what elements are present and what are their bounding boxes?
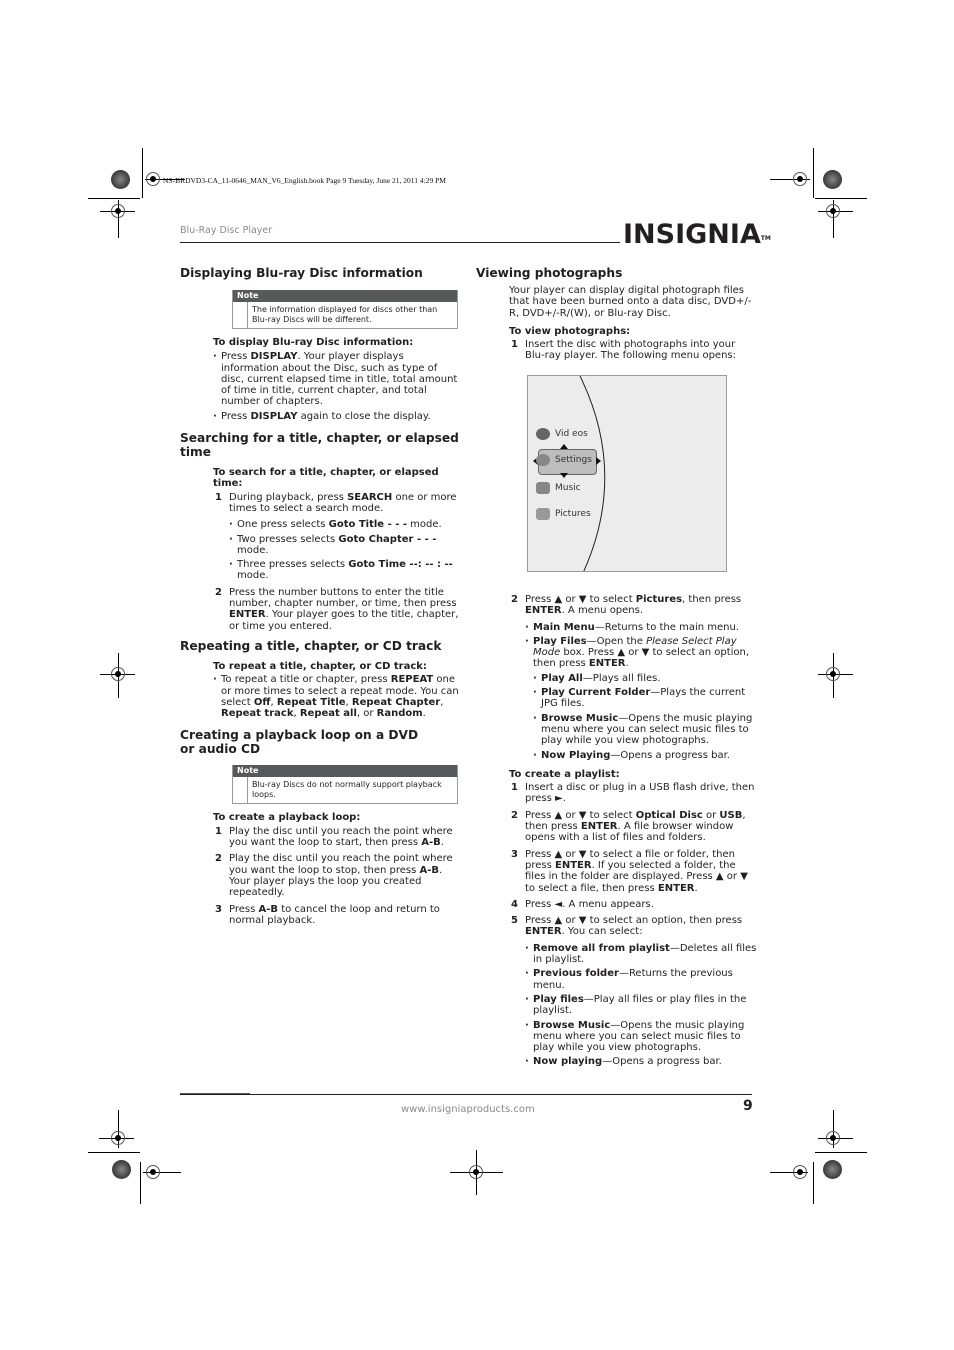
color-disc-icon: [823, 1160, 842, 1179]
step-item: 2 Press ▲ or ▼ to select Pictures, then p…: [509, 594, 759, 761]
list-item: Play Current Folder—Plays the current JP…: [533, 687, 759, 710]
menu-item-pictures[interactable]: Pictures: [536, 508, 591, 520]
menu-item-videos[interactable]: Vid eos: [536, 428, 588, 440]
step-item: 2 Play the disc until you reach the point…: [215, 853, 453, 899]
procedure-heading: To view photographs:: [509, 325, 631, 337]
gear-icon: [536, 454, 550, 466]
step-item: 1 Insert a disc or plug in a USB flash dr…: [511, 782, 755, 805]
note-text: The information displayed for discs othe…: [247, 302, 457, 328]
footer-rule: [180, 1094, 752, 1095]
list-item: Play Files—Open the Please Select Play M…: [525, 636, 759, 761]
list-item: Three presses selects Goto Time --: -- :…: [229, 559, 460, 582]
step-item: 1 Insert the disc with photographs into y…: [511, 339, 736, 362]
step-item: 4 Press ◄. A menu appears.: [511, 898, 654, 910]
menu-item-settings[interactable]: Settings: [536, 454, 592, 466]
list-item: To repeat a title or chapter, press REPE…: [213, 674, 460, 719]
step-item: 1 Play the disc until you reach the point…: [215, 825, 453, 849]
registration-mark-icon: [146, 172, 160, 186]
list-item: Previous folder—Returns the previous men…: [525, 968, 759, 991]
list-item: One press selects Goto Title - - - mode.: [229, 519, 460, 531]
list-item: Press DISPLAY. Your player displays info…: [213, 351, 460, 407]
pictures-icon: [536, 508, 550, 520]
logo-trademark: TM: [760, 235, 771, 242]
section-title: Viewing photographs: [476, 266, 623, 280]
intro-paragraph: Your player can display digital photogra…: [509, 285, 752, 319]
list-item: Now playing—Opens a progress bar.: [525, 1056, 759, 1068]
list-item: Now Playing—Opens a progress bar.: [533, 750, 759, 762]
procedure-heading: To create a playlist:: [509, 768, 620, 780]
registration-mark-icon: [111, 667, 125, 681]
registration-mark-icon: [793, 1165, 807, 1179]
registration-mark-icon: [111, 204, 125, 218]
section-title: Searching for a title, chapter, or elaps…: [180, 431, 459, 460]
list-item: Press DISPLAY again to close the display…: [213, 411, 460, 423]
right-column: Viewing photographs Your player can disp…: [476, 266, 756, 367]
running-head: Blu-Ray Disc Player: [180, 225, 273, 236]
logo-text: INSIGNIA: [623, 219, 761, 250]
section-title: Displaying Blu-ray Disc information: [180, 266, 423, 280]
list-item: Two presses selects Goto Chapter - - - m…: [229, 534, 460, 557]
list-item: Play All—Plays all files.: [533, 673, 759, 685]
color-disc-icon: [111, 170, 130, 189]
procedure-heading: To repeat a title, chapter, or CD track:: [213, 660, 427, 672]
list-item: Remove all from playlist—Deletes all fil…: [525, 943, 759, 966]
note-label: Note: [233, 765, 457, 778]
registration-mark-icon: [111, 1131, 125, 1145]
color-disc-icon: [112, 1160, 131, 1179]
footer-url: www.insigniaproducts.com: [401, 1104, 535, 1115]
list-item: Play files—Play all files or play files …: [525, 994, 759, 1017]
registration-mark-icon: [793, 172, 807, 186]
note-label: Note: [233, 290, 457, 302]
procedure-heading: To display Blu-ray Disc information:: [213, 337, 414, 348]
step-item: 2 Press the number buttons to enter the t…: [215, 586, 459, 632]
print-slug: NS-BRDVD3-CA_11-0646_MAN_V6_English.book…: [163, 176, 446, 185]
step-item: 3 Press ▲ or ▼ to select a file or folder…: [511, 848, 748, 894]
registration-mark-icon: [146, 1165, 160, 1179]
step-item: 5 Press ▲ or ▼ to select an option, then …: [509, 915, 759, 1068]
note-box: Note The information displayed for discs…: [232, 290, 458, 329]
procedure-heading: To create a playback loop:: [213, 812, 361, 824]
right-column-continued: 2 Press ▲ or ▼ to select Pictures, then p…: [509, 594, 759, 1073]
left-column: Displaying Blu-ray Disc information Note…: [180, 266, 460, 931]
photo-menu-screenshot: Vid eos Settings Music Pictures: [527, 375, 727, 572]
list-item: Main Menu—Returns to the main menu.: [525, 622, 759, 634]
list-item: Browse Music—Opens the music playing men…: [525, 1020, 759, 1054]
procedure-heading: To search for a title, chapter, or elaps…: [213, 467, 439, 490]
menu-item-music[interactable]: Music: [536, 482, 581, 494]
page-number: 9: [743, 1098, 753, 1114]
registration-mark-icon: [826, 204, 840, 218]
film-reel-icon: [536, 428, 550, 440]
section-title: Creating a playback loop on a DVD or aud…: [180, 728, 419, 757]
step-item: 1 During playback, press SEARCH one or mo…: [213, 492, 460, 582]
registration-mark-icon: [826, 667, 840, 681]
section-title: Repeating a title, chapter, or CD track: [180, 638, 442, 653]
step-item: 3 Press A-B to cancel the loop and return…: [215, 903, 440, 926]
header-rule: [180, 242, 620, 243]
color-disc-icon: [823, 170, 842, 189]
selection-arrows-icon: [533, 444, 601, 478]
note-box: Note Blu-ray Discs do not normally suppo…: [232, 765, 458, 805]
insignia-logo: INSIGNIATM: [623, 220, 771, 250]
music-note-icon: [536, 482, 550, 494]
registration-mark-icon: [469, 1165, 483, 1179]
list-item: Browse Music—Opens the music playing men…: [533, 713, 759, 747]
note-text: Blu-ray Discs do not normally support pl…: [247, 777, 457, 804]
registration-mark-icon: [826, 1131, 840, 1145]
step-item: 2 Press ▲ or ▼ to select Optical Disc or …: [511, 809, 746, 844]
